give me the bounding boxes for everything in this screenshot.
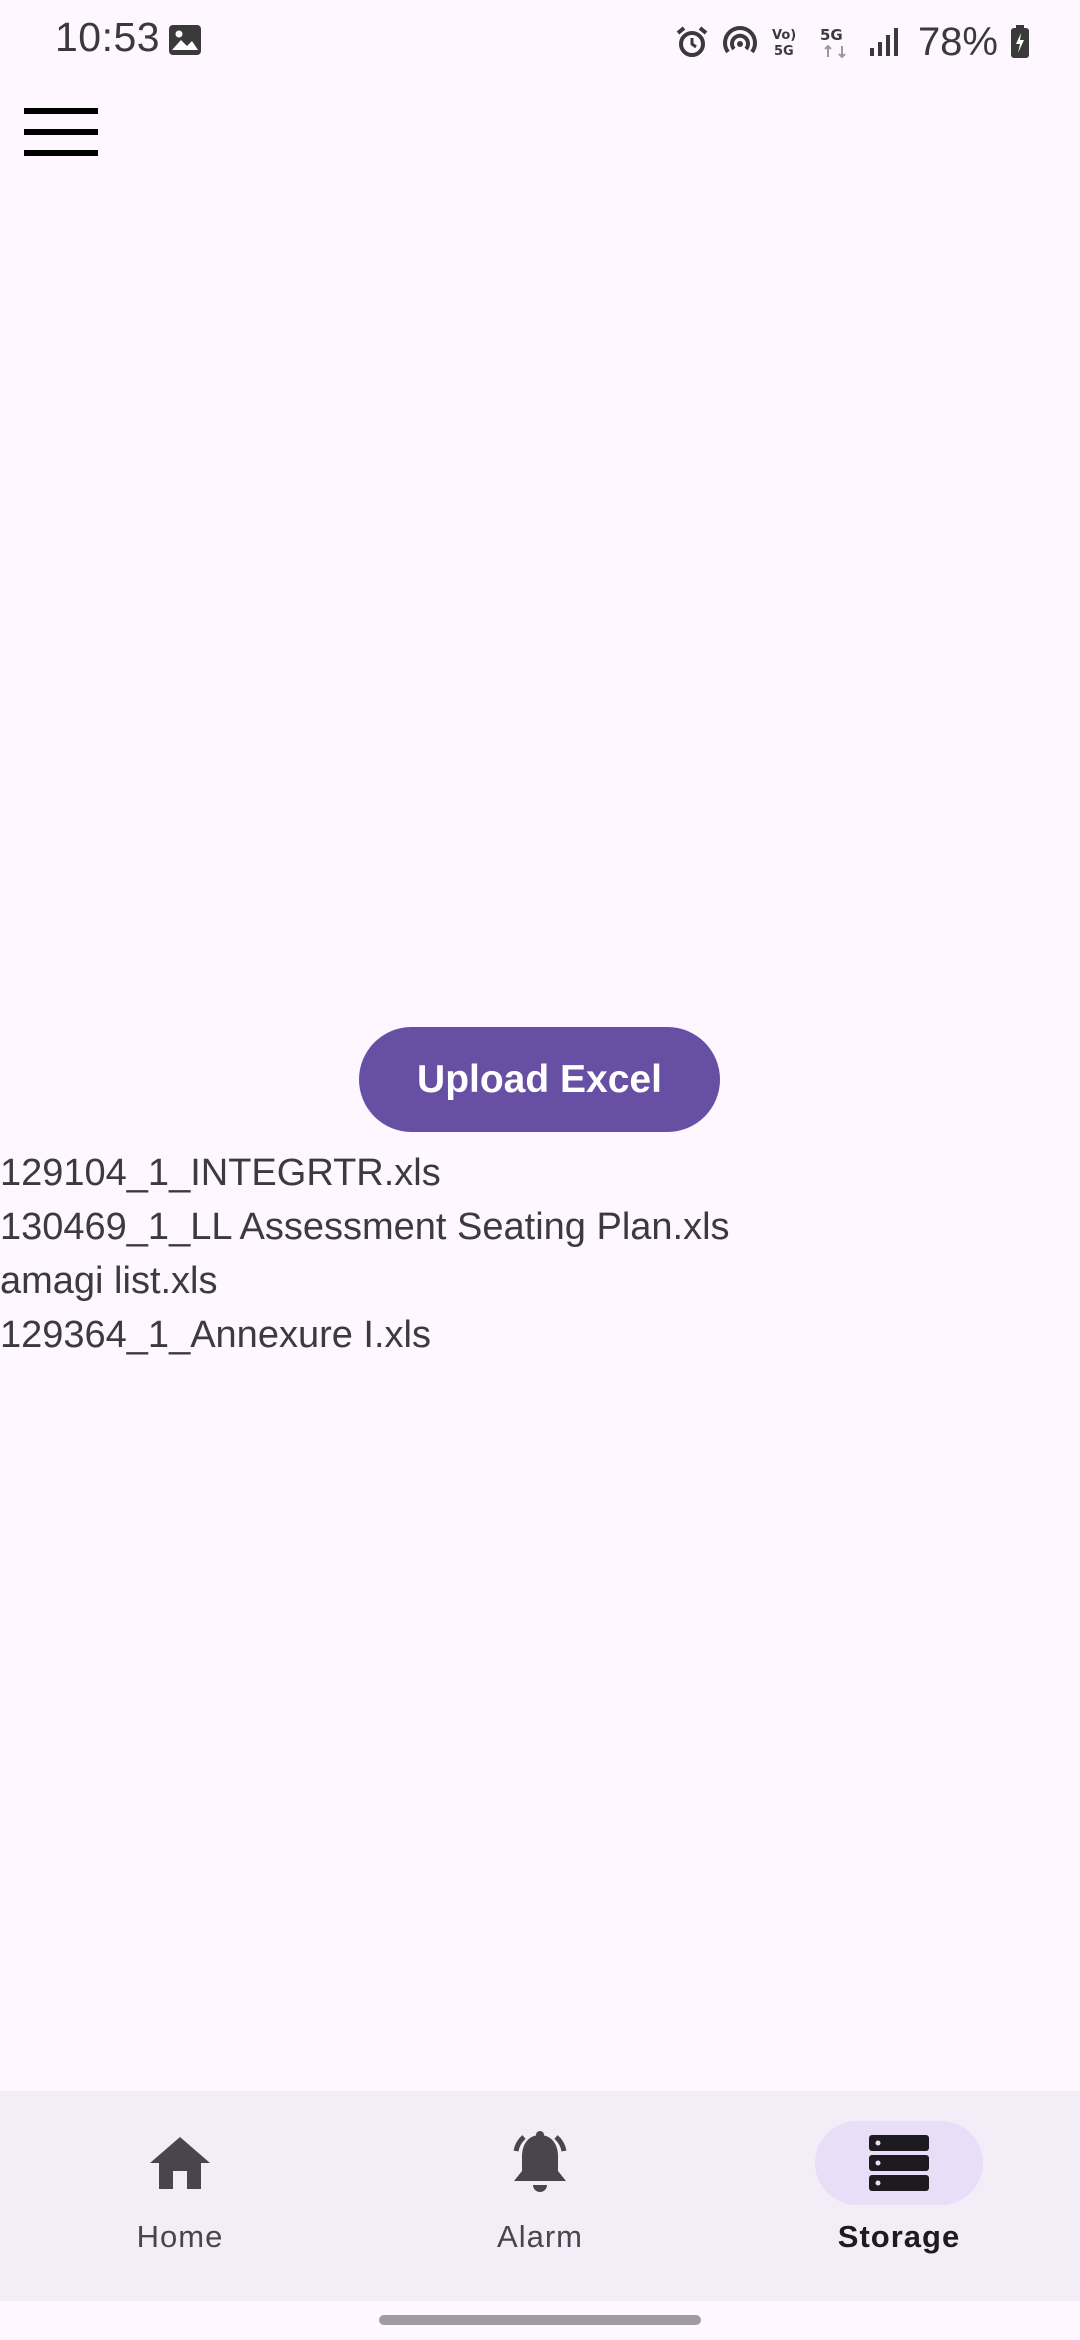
nav-label-storage: Storage (837, 2219, 961, 2254)
file-item[interactable]: 129364_1_Annexure I.xls (0, 1308, 730, 1362)
svg-text:5G: 5G (820, 26, 843, 44)
alarm-clock-icon (676, 26, 708, 57)
menu-bar (24, 129, 98, 135)
nav-item-alarm[interactable]: Alarm (430, 2121, 650, 2271)
image-icon (169, 25, 201, 55)
status-bar: 10:53 Vo) 5G 5G 78% (0, 0, 1080, 84)
upload-excel-button[interactable]: Upload Excel (359, 1027, 720, 1132)
nav-item-home[interactable]: Home (70, 2121, 290, 2271)
menu-bar (24, 150, 98, 156)
file-item[interactable]: 129104_1_INTEGRTR.xls (0, 1146, 730, 1200)
5g-icon: 5G (820, 26, 846, 59)
bottom-navigation: Home Alarm Storage (0, 2091, 1080, 2301)
volte-icon: Vo) 5G (772, 28, 796, 59)
battery-percentage: 78% (917, 19, 998, 64)
file-item[interactable]: 130469_1_LL Assessment Seating Plan.xls (0, 1200, 730, 1254)
nav-label-home: Home (136, 2219, 224, 2254)
nav-indicator-active (815, 2121, 983, 2205)
nav-label-alarm: Alarm (497, 2219, 583, 2254)
signal-icon (869, 28, 898, 56)
bell-icon (513, 2131, 567, 2192)
file-item[interactable]: amagi list.xls (0, 1254, 730, 1308)
menu-bar (24, 108, 98, 114)
gesture-handle[interactable] (379, 2315, 701, 2325)
home-icon (150, 2137, 210, 2189)
nav-indicator (456, 2121, 624, 2205)
svg-text:Vo): Vo) (772, 28, 796, 43)
battery-icon (1011, 25, 1029, 58)
status-time: 10:53 (55, 14, 161, 60)
storage-icon (869, 2135, 929, 2191)
hamburger-menu-icon[interactable] (14, 92, 108, 172)
nav-item-storage[interactable]: Storage (789, 2121, 1009, 2271)
nav-indicator (96, 2121, 264, 2205)
file-list: 129104_1_INTEGRTR.xls 130469_1_LL Assess… (0, 1146, 730, 1362)
svg-text:5G: 5G (774, 44, 794, 59)
app-screen: 10:53 Vo) 5G 5G 78% Upload Excel 129104_… (0, 0, 1080, 2340)
hotspot-icon (722, 26, 757, 54)
status-icons: Vo) 5G 5G 78% (674, 18, 1030, 66)
